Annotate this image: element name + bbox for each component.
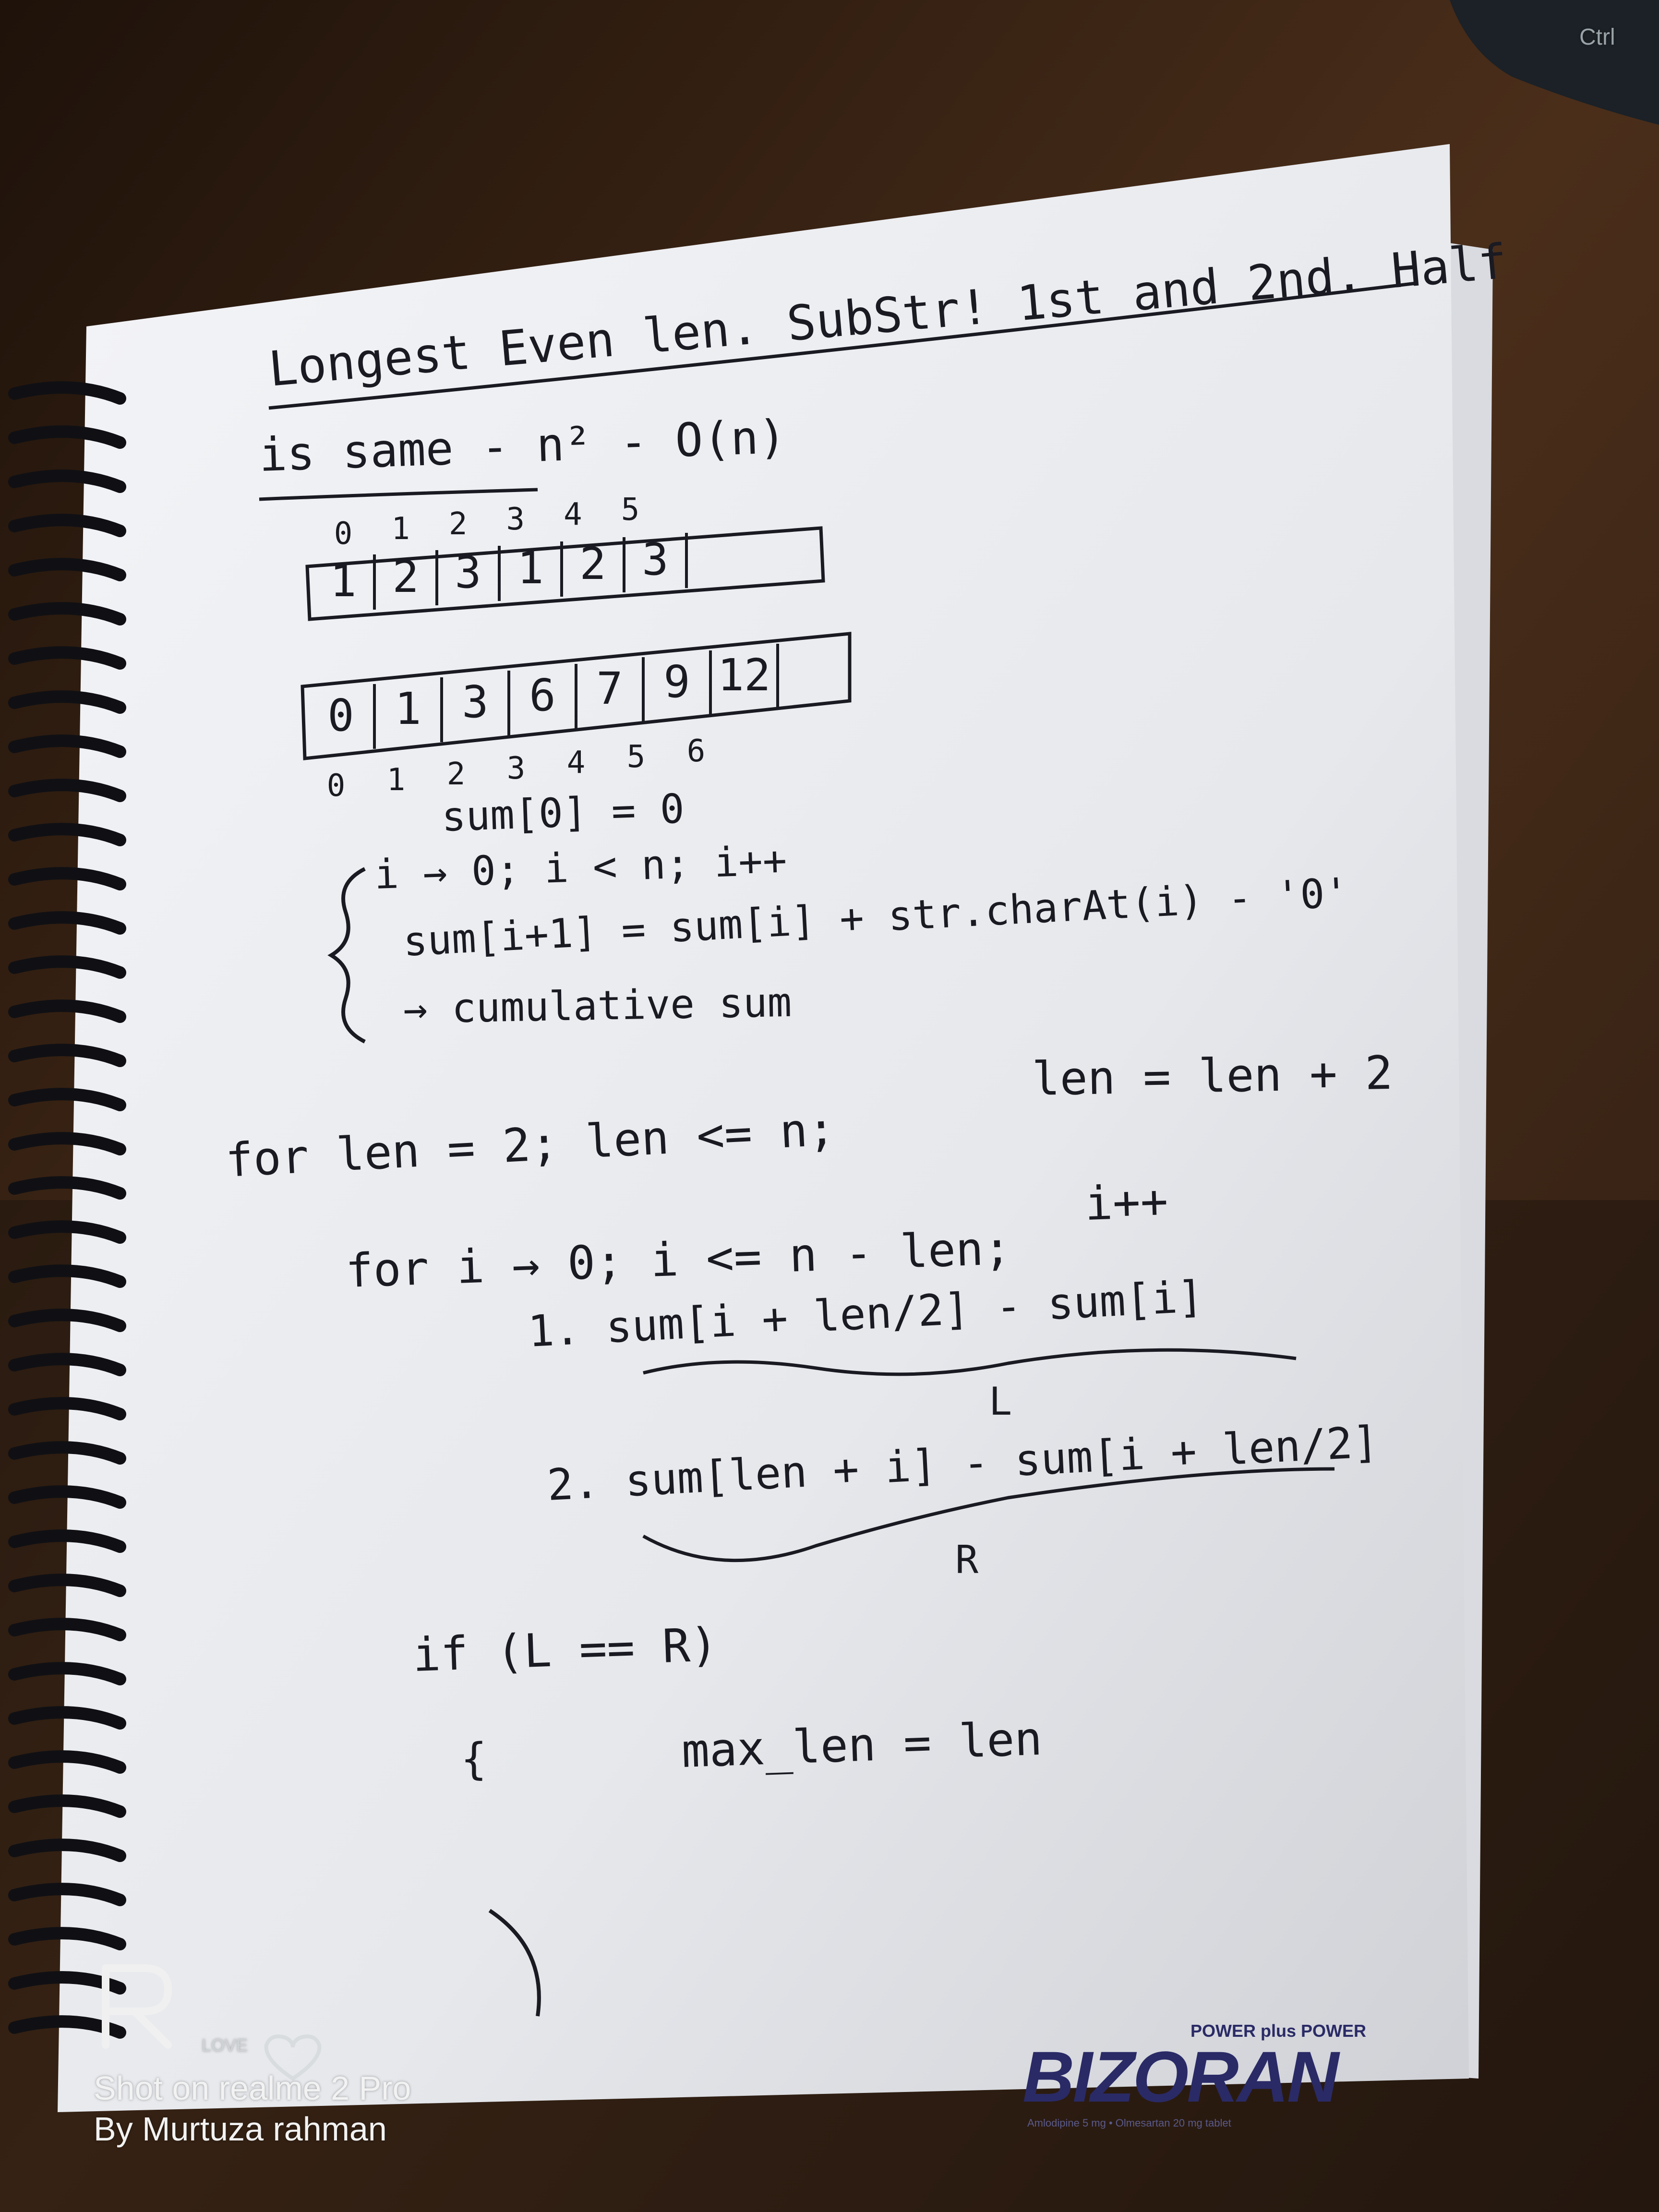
spiral-coil [8,1264,126,1288]
array1-cell: 3 [642,533,669,585]
array2-index: 5 [626,739,646,775]
spiral-binding [8,381,126,2039]
array1-index: 0 [334,516,353,552]
array2-index: 3 [506,751,526,786]
brand-name: BIZORAN [1022,2036,1339,2117]
spiral-coil [8,602,126,625]
camera-logo-icon [102,1964,172,2049]
spiral-coil [8,1441,126,1465]
code-line-increment: i++ [1084,1174,1169,1231]
photo-scene: Ctrl Longest Even len. SubStr! 1st and 2… [0,0,1659,2212]
spiral-coil [8,1750,126,1774]
array2-cell: 1 [395,683,421,734]
spiral-coil [8,1706,126,1730]
array1-index: 2 [448,506,468,542]
spiral-coil [8,1044,126,1067]
spiral-coil [8,1662,126,1685]
spiral-coil [8,425,126,449]
array1-index: 3 [506,502,525,537]
spiral-coil [8,514,126,537]
array1-cell: 2 [392,551,419,602]
spiral-coil [8,1088,126,1111]
code-label-r: R [955,1538,979,1582]
spiral-coil [8,999,126,1023]
code-line-cumulative-note: → cumulative sum [403,978,792,1033]
array2-cell: 6 [529,669,556,721]
code-line-max-len: max_len = len [681,1711,1043,1778]
array2-cell: 0 [327,689,354,741]
spiral-coil [8,1794,126,1818]
device-key-label: Ctrl [1579,24,1615,50]
author-text: By Murtuza rahman [94,2110,387,2148]
spiral-coil [8,469,126,493]
code-line-if: if (L == R) [412,1617,719,1682]
spiral-coil [8,867,126,890]
array2-index: 2 [446,757,466,792]
spiral-coil [8,1353,126,1376]
spiral-coil [8,779,126,802]
spiral-coil [8,1883,126,1906]
spiral-coil [8,558,126,581]
array1-index: 1 [391,511,410,547]
spiral-coil [8,690,126,714]
shot-on-text: Shot on realme 2 Pro [94,2069,411,2107]
spiral-coil [8,1574,126,1597]
spiral-coil [8,1309,126,1332]
spiral-coil [8,1485,126,1509]
spiral-coil [8,1132,126,1155]
array1-cell: 2 [579,538,606,589]
array2-index: 1 [386,762,406,798]
array1-index: 5 [621,492,640,528]
array1-index: 4 [564,497,582,532]
spiral-coil [8,911,126,935]
spiral-coil [8,646,126,670]
spiral-coil [8,1839,126,1862]
code-line-open-brace: { [461,1734,487,1784]
love-badge-text: LOVE [202,2035,248,2055]
spiral-coil [8,1176,126,1200]
spiral-coil [8,1618,126,1641]
spiral-coil [8,1220,126,1244]
spiral-coil [8,1529,126,1553]
array2-cell: 3 [462,676,489,728]
code-line-sum-init: sum[0] = 0 [441,785,685,841]
array2-index: 4 [566,745,586,781]
array2-cell: 9 [663,656,690,708]
array2-cell: 7 [596,662,623,714]
code-label-l: L [989,1379,1012,1424]
code-line-len-step: len = len + 2 [1032,1046,1394,1106]
array1-cell: 3 [455,546,481,598]
spiral-coil [8,955,126,979]
array2-index: 0 [326,768,346,804]
spiral-coil [8,1397,126,1420]
spiral-coil [8,823,126,846]
spiral-coil [8,381,126,405]
brand-fine-print: Amlodipine 5 mg • Olmesartan 20 mg table… [1027,2117,1231,2129]
array1-cell: 1 [517,542,544,594]
spiral-coil [8,1927,126,1950]
array1-cell: 1 [330,555,357,607]
array2-cell: 12 [717,649,771,701]
array2-index: 6 [686,733,706,769]
spiral-coil [8,734,126,758]
